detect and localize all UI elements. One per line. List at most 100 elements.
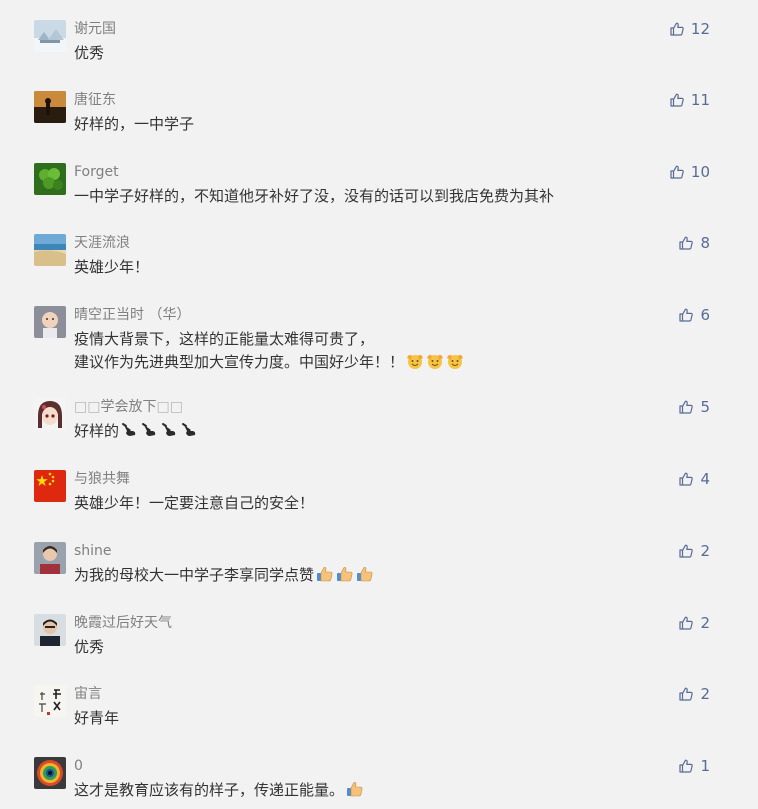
thumbs-up-outline-icon	[678, 235, 694, 251]
like-button[interactable]: 4	[678, 469, 710, 489]
like-count: 2	[700, 685, 710, 703]
nickname-placeholder-glyphs: □□	[74, 399, 101, 415]
comment-text-line: 一中学子好样的，不知道他牙补好了没，没有的话可以到我店免费为其补	[74, 185, 554, 208]
comment-content: 一中学子好样的，不知道他牙补好了没，没有的话可以到我店免费为其补	[74, 185, 554, 208]
like-count: 8	[700, 234, 710, 252]
applause-emoji	[406, 352, 424, 370]
comment-content: 英雄少年！	[74, 256, 149, 279]
child-portrait-avatar[interactable]	[34, 306, 66, 338]
comment-text-line: 建议作为先进典型加大宣传力度。中国好少年！！	[74, 351, 464, 374]
nickname-placeholder-glyphs: □□	[156, 399, 183, 415]
comment-text: 好样的，一中学子	[74, 115, 195, 133]
comment-nickname[interactable]: □□学会放下□□	[74, 397, 183, 417]
comment-text-line: 优秀	[74, 42, 104, 65]
comment-content: 为我的母校大一中学子李享同学点赞	[74, 564, 374, 587]
comment-text-line: 英雄少年！一定要注意自己的安全！	[74, 492, 314, 515]
thumbs-up-outline-icon	[669, 164, 685, 180]
like-button[interactable]: 2	[678, 541, 710, 561]
comment-nickname[interactable]: shine	[74, 541, 112, 561]
calligraphy-avatar[interactable]	[34, 685, 66, 717]
like-button[interactable]: 2	[678, 684, 710, 704]
pointing-hand-emoji	[181, 421, 199, 439]
comment-text: 优秀	[74, 44, 105, 62]
comment-list: 谢元国 优秀 12 唐征东 好样的，一中学子 11 Forget 一中学子好样的，不知道他牙补…	[0, 0, 758, 809]
beach-avatar[interactable]	[34, 234, 66, 266]
nickname-text: 唐征东	[74, 92, 116, 108]
comment-text: 一中学子好样的，不知道他牙补好了没，没有的话可以到我店免费为其补	[74, 187, 555, 205]
like-count: 6	[700, 306, 710, 324]
comment-text-line: 英雄少年！	[74, 256, 149, 279]
sunset-silhouette-avatar[interactable]	[34, 91, 66, 123]
comment-text-line: 好样的，一中学子	[74, 113, 194, 136]
nickname-text: 与狼共舞	[74, 471, 130, 487]
comment-content: 好样的，一中学子	[74, 113, 194, 136]
comment-nickname[interactable]: 唐征东	[74, 90, 116, 110]
like-button[interactable]: 6	[678, 305, 710, 325]
comment-nickname[interactable]: 晚霞过后好天气	[74, 613, 172, 633]
thumbs-up-emoji	[356, 565, 374, 583]
comment-content: 好青年	[74, 707, 119, 730]
pointing-hand-emoji	[141, 421, 159, 439]
pointing-hand-emoji	[161, 421, 179, 439]
comment-content: 英雄少年！一定要注意自己的安全！	[74, 492, 314, 515]
comment-content: 好样的	[74, 420, 199, 443]
like-count: 2	[700, 614, 710, 632]
comment-text: 疫情大背景下，这样的正能量太难得可贵了，	[74, 330, 375, 348]
comment-nickname[interactable]: 与狼共舞	[74, 469, 130, 489]
like-count: 12	[690, 20, 710, 38]
comment-text: 优秀	[74, 638, 105, 656]
thumbs-up-outline-icon	[678, 399, 694, 415]
like-button[interactable]: 10	[669, 162, 710, 182]
comment-content: 优秀	[74, 42, 104, 65]
thumbs-up-outline-icon	[678, 686, 694, 702]
like-button[interactable]: 8	[678, 233, 710, 253]
comment-nickname[interactable]: Forget	[74, 162, 119, 182]
china-flag-avatar[interactable]	[34, 470, 66, 502]
comment-text-line: 好青年	[74, 707, 119, 730]
portrait-avatar[interactable]	[34, 542, 66, 574]
like-button[interactable]: 2	[678, 613, 710, 633]
green-clover-avatar[interactable]	[34, 163, 66, 195]
thumbs-up-outline-icon	[669, 92, 685, 108]
like-button[interactable]: 12	[669, 19, 710, 39]
nickname-text: 晴空正当时 （华）	[74, 307, 191, 323]
thumbs-up-emoji	[346, 780, 364, 798]
comment-text-line: 为我的母校大一中学子李享同学点赞	[74, 564, 374, 587]
comment-content: 疫情大背景下，这样的正能量太难得可贵了， 建议作为先进典型加大宣传力度。中国好少年…	[74, 328, 464, 374]
comment-text-line: 疫情大背景下，这样的正能量太难得可贵了，	[74, 328, 464, 351]
nickname-text: 学会放下	[100, 399, 157, 415]
comment-text-line: 这才是教育应该有的样子，传递正能量。	[74, 779, 364, 802]
applause-emoji	[426, 352, 444, 370]
nickname-text: 晚霞过后好天气	[74, 615, 172, 631]
applause-emoji	[446, 352, 464, 370]
thumbs-up-outline-icon	[678, 615, 694, 631]
comment-nickname[interactable]: 谢元国	[74, 19, 116, 39]
comment-nickname[interactable]: 天涯流浪	[74, 233, 130, 253]
comment-content: 优秀	[74, 636, 104, 659]
comment-text: 为我的母校大一中学子李享同学点赞	[74, 566, 315, 584]
comment-text: 这才是教育应该有的样子，传递正能量。	[74, 781, 345, 799]
comment-text: 建议作为先进典型加大宣传力度。中国好少年！！	[74, 353, 405, 371]
like-button[interactable]: 11	[669, 90, 710, 110]
like-button[interactable]: 1	[678, 756, 710, 776]
comment-content: 这才是教育应该有的样子，传递正能量。	[74, 779, 364, 802]
comment-nickname[interactable]: 晴空正当时 （华）	[74, 305, 190, 325]
snow-landscape-avatar[interactable]	[34, 20, 66, 52]
like-count: 11	[690, 91, 710, 109]
pointing-hand-emoji	[121, 421, 139, 439]
man-portrait-avatar[interactable]	[34, 614, 66, 646]
comment-nickname[interactable]: 宙言	[74, 684, 102, 704]
comment-text-line: 好样的	[74, 420, 199, 443]
thumbs-up-outline-icon	[669, 21, 685, 37]
like-button[interactable]: 5	[678, 397, 710, 417]
anime-girl-avatar[interactable]	[34, 398, 66, 430]
thumbs-up-outline-icon	[678, 471, 694, 487]
comment-text: 好样的	[74, 422, 120, 440]
nickname-text: shine	[74, 543, 112, 559]
comment-nickname[interactable]: 0	[74, 756, 83, 776]
thumbs-up-emoji	[316, 565, 334, 583]
like-count: 2	[700, 542, 710, 560]
colorful-eye-avatar[interactable]	[34, 757, 66, 789]
nickname-text: 宙言	[74, 686, 102, 702]
like-count: 1	[700, 757, 710, 775]
